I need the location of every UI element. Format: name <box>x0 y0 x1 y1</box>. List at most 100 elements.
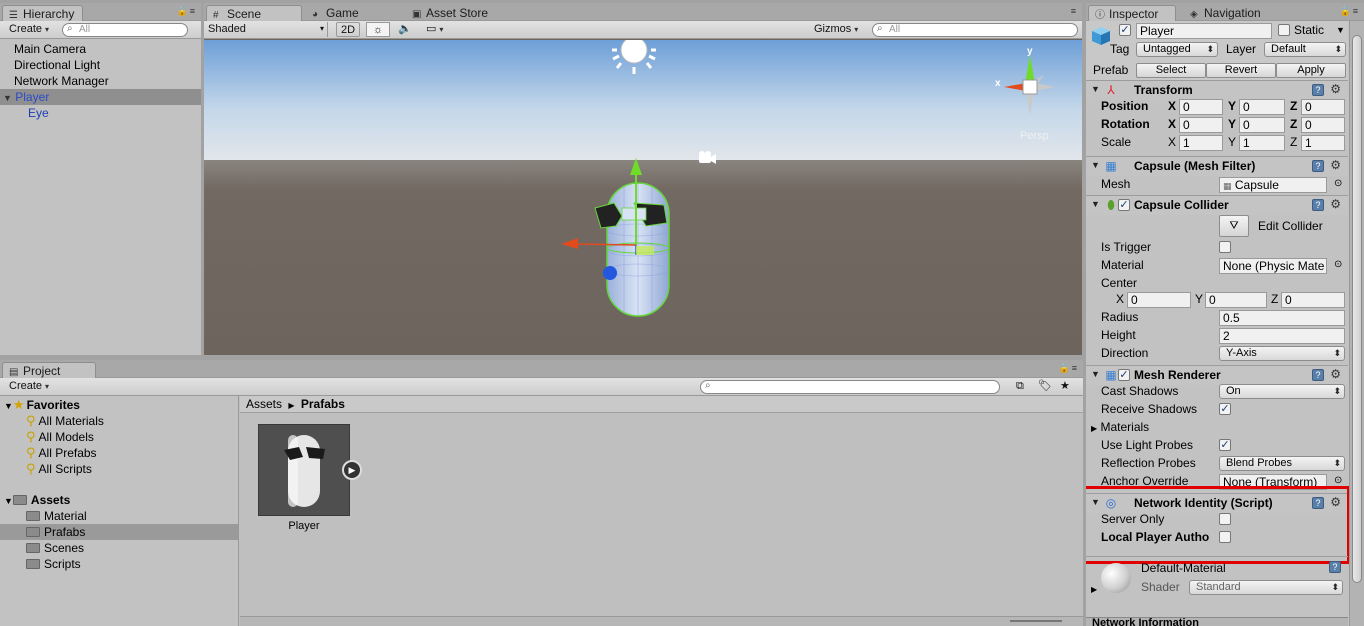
help-icon[interactable]: ? <box>1312 369 1324 381</box>
mesh-filter-header[interactable]: ▼ ▦ Capsule (Mesh Filter) ? ⚙ <box>1086 156 1348 176</box>
radius-field[interactable]: 0.5 <box>1219 310 1345 326</box>
object-picker-icon[interactable]: ⊙ <box>1334 176 1342 192</box>
inspector-scrollbar[interactable] <box>1349 21 1364 626</box>
tab-hierarchy[interactable]: ☰ Hierarchy <box>2 5 84 21</box>
rotation-y-field[interactable]: 0 <box>1239 117 1285 133</box>
assets-header[interactable]: ▼ Assets <box>0 492 238 508</box>
receive-shadows-checkbox[interactable]: ✓ <box>1219 403 1231 415</box>
help-icon[interactable]: ? <box>1312 160 1324 172</box>
tab-inspector[interactable]: ⓘ Inspector <box>1088 5 1176 21</box>
prefab-revert-button[interactable]: Revert <box>1206 63 1276 78</box>
mesh-field[interactable]: ▦ Capsule <box>1219 177 1327 193</box>
scene-window-menu-icon[interactable]: ≡ <box>1071 6 1078 16</box>
folder-scenes[interactable]: Scenes <box>0 540 238 556</box>
collider-enabled-checkbox[interactable]: ✓ <box>1118 199 1130 211</box>
is-trigger-checkbox[interactable] <box>1219 241 1231 253</box>
materials-label[interactable]: ▶ Materials <box>1091 419 1149 437</box>
collapse-triangle-icon[interactable]: ▼ <box>1091 369 1100 379</box>
layer-dropdown[interactable]: Default <box>1264 42 1346 57</box>
tab-scene[interactable]: # Scene <box>206 5 302 21</box>
breadcrumb-prafabs[interactable]: Prafabs <box>301 397 345 411</box>
expand-triangle-icon[interactable]: ▶ <box>1091 582 1097 598</box>
expand-triangle-icon[interactable]: ▶ <box>1091 424 1097 433</box>
scale-z-field[interactable]: 1 <box>1301 135 1345 151</box>
help-icon[interactable]: ? <box>1312 199 1324 211</box>
scene-viewport[interactable]: y x Persp <box>204 40 1082 355</box>
collapse-triangle-icon[interactable]: ▼ <box>1091 160 1100 170</box>
gear-icon[interactable]: ⚙ <box>1330 82 1341 96</box>
help-icon[interactable]: ? <box>1312 84 1324 96</box>
scale-y-field[interactable]: 1 <box>1239 135 1285 151</box>
expand-triangle-icon[interactable]: ▼ <box>4 496 13 506</box>
position-y-field[interactable]: 0 <box>1239 99 1285 115</box>
folder-material[interactable]: Material <box>0 508 238 524</box>
favorite-star-icon[interactable]: ★ <box>1056 379 1074 394</box>
gear-icon[interactable]: ⚙ <box>1330 197 1341 211</box>
tab-asset-store[interactable]: ▣ Asset Store <box>406 5 496 21</box>
favorite-all-materials[interactable]: ⚲ All Materials <box>0 413 238 429</box>
transform-header[interactable]: ▼ ⅄ Transform ? ⚙ <box>1086 80 1348 100</box>
icon-size-slider[interactable] <box>1010 620 1062 622</box>
window-menu-icon[interactable]: 🔒≡ <box>177 6 197 17</box>
hierarchy-search-input[interactable]: All <box>62 23 188 37</box>
collapse-triangle-icon[interactable]: ▼ <box>1091 199 1100 209</box>
asset-player-prefab[interactable]: ▶ Player <box>258 424 362 536</box>
persp-label[interactable]: Persp <box>1020 130 1049 142</box>
scene-search-input[interactable]: All <box>872 23 1078 37</box>
play-preview-icon[interactable]: ▶ <box>342 460 362 480</box>
scrollbar-thumb[interactable] <box>1352 35 1362 583</box>
folder-scripts[interactable]: Scripts <box>0 556 238 572</box>
project-search-input[interactable] <box>700 380 1000 394</box>
favorite-all-scripts[interactable]: ⚲ All Scripts <box>0 461 238 477</box>
inspector-window-menu-icon[interactable]: 🔒≡ <box>1340 6 1360 17</box>
collider-material-field[interactable]: None (Physic Mate <box>1219 258 1327 274</box>
position-z-field[interactable]: 0 <box>1301 99 1345 115</box>
scale-x-field[interactable]: 1 <box>1179 135 1223 151</box>
center-y-field[interactable]: 0 <box>1205 292 1267 308</box>
hierarchy-item-directional-light[interactable]: Directional Light <box>0 57 201 73</box>
help-icon[interactable]: ? <box>1329 561 1341 573</box>
object-name-field[interactable]: Player <box>1136 23 1272 39</box>
favorites-header[interactable]: ▼★ Favorites <box>0 397 238 413</box>
mesh-renderer-header[interactable]: ▼ ▦ ✓ Mesh Renderer ? ⚙ <box>1086 365 1348 385</box>
audio-toggle-button[interactable]: 🔈 <box>394 22 416 37</box>
static-dropdown-icon[interactable]: ▼ <box>1336 22 1345 38</box>
hierarchy-item-eye[interactable]: Eye <box>0 105 201 121</box>
shading-mode-dropdown[interactable]: Shaded ▾ <box>204 22 328 37</box>
rotation-z-field[interactable]: 0 <box>1301 117 1345 133</box>
search-by-type-icon[interactable]: ⧉ <box>1012 379 1028 394</box>
direction-dropdown[interactable]: Y-Axis <box>1219 346 1345 361</box>
reflection-probes-dropdown[interactable]: Blend Probes <box>1219 456 1345 471</box>
position-x-field[interactable]: 0 <box>1179 99 1223 115</box>
search-by-label-icon[interactable]: 🏷 <box>1034 379 1056 394</box>
project-create-button[interactable]: Create <box>5 379 53 394</box>
favorite-all-prefabs[interactable]: ⚲ All Prefabs <box>0 445 238 461</box>
cast-shadows-dropdown[interactable]: On <box>1219 384 1345 399</box>
hierarchy-item-player[interactable]: ▼ Player <box>0 89 201 105</box>
favorite-all-models[interactable]: ⚲ All Models <box>0 429 238 445</box>
edit-collider-toggle[interactable]: ⛛ <box>1219 215 1249 237</box>
height-field[interactable]: 2 <box>1219 328 1345 344</box>
gear-icon[interactable]: ⚙ <box>1330 367 1341 381</box>
static-checkbox[interactable] <box>1278 24 1290 36</box>
hierarchy-create-button[interactable]: Create <box>5 22 53 37</box>
breadcrumb-assets[interactable]: Assets <box>246 397 282 411</box>
active-checkbox[interactable]: ✓ <box>1119 24 1131 36</box>
collapse-triangle-icon[interactable]: ▼ <box>1091 84 1100 94</box>
effects-dropdown[interactable]: ▭ <box>422 22 447 37</box>
tab-game[interactable]: ◕ Game <box>306 5 367 21</box>
gear-icon[interactable]: ⚙ <box>1330 158 1341 172</box>
object-picker-icon[interactable]: ⊙ <box>1334 257 1342 273</box>
tab-navigation[interactable]: ◈ Navigation <box>1184 5 1269 21</box>
project-window-menu-icon[interactable]: 🔒≡ <box>1059 363 1079 374</box>
2d-toggle-button[interactable]: 2D <box>336 22 361 37</box>
center-z-field[interactable]: 0 <box>1281 292 1345 308</box>
gizmos-dropdown[interactable]: Gizmos <box>810 22 862 37</box>
network-information-bar[interactable]: Network Information <box>1086 617 1348 626</box>
capsule-collider-header[interactable]: ▼ ⬮ ✓ Capsule Collider ? ⚙ <box>1086 195 1348 215</box>
folder-prafabs[interactable]: Prafabs <box>0 524 238 540</box>
hierarchy-item-network-manager[interactable]: Network Manager <box>0 73 201 89</box>
rotation-x-field[interactable]: 0 <box>1179 117 1223 133</box>
tag-dropdown[interactable]: Untagged <box>1136 42 1218 57</box>
hierarchy-item-main-camera[interactable]: Main Camera <box>0 41 201 57</box>
